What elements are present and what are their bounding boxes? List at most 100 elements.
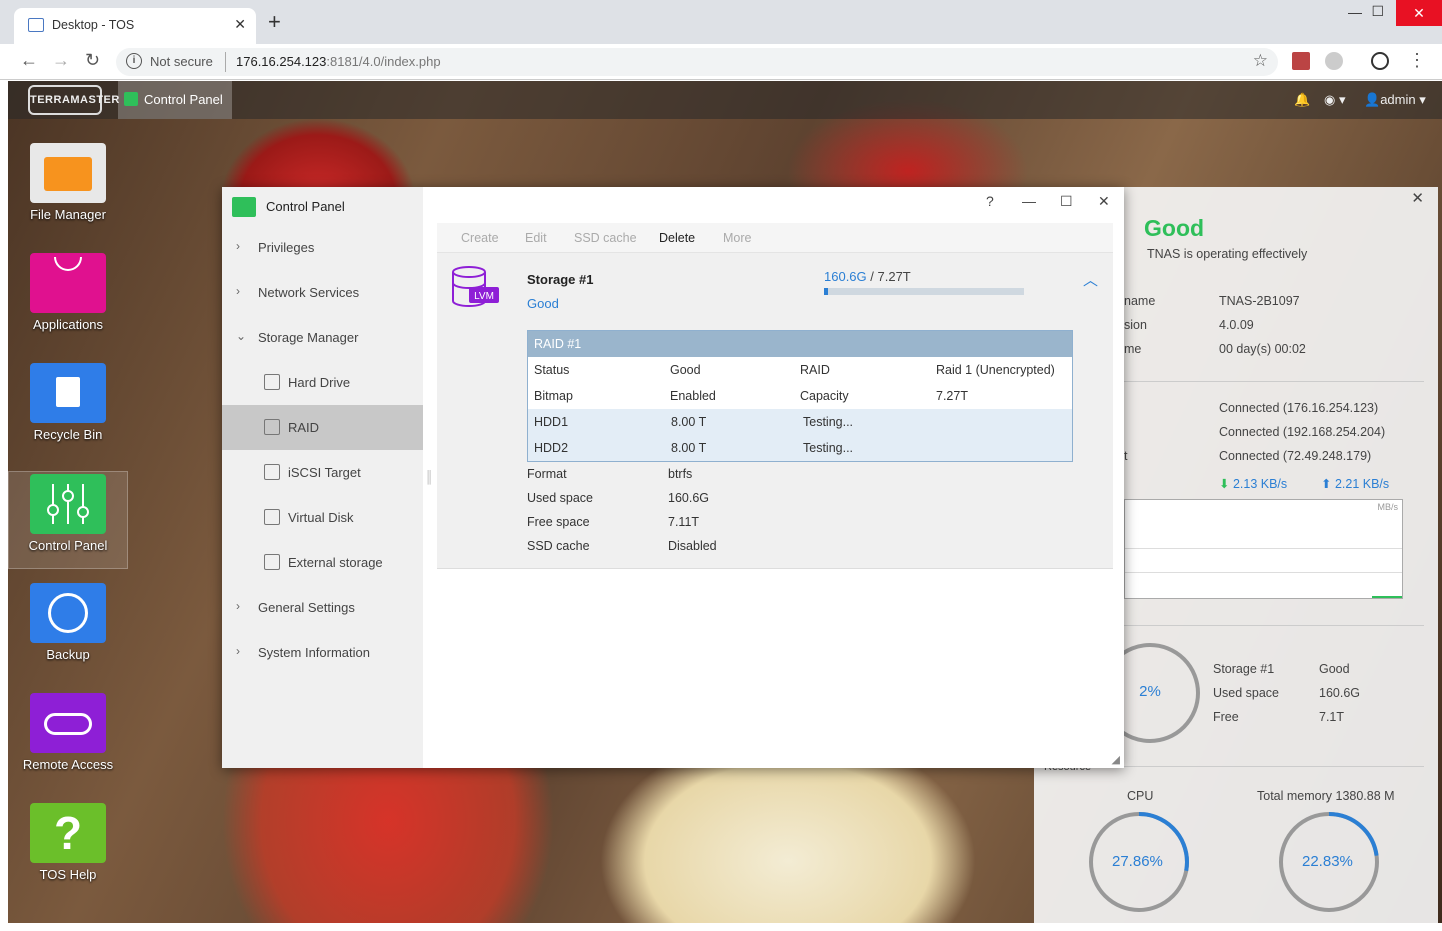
forward-icon[interactable]: → xyxy=(52,50,70,71)
storage-row-label: Used space xyxy=(1213,686,1280,700)
raid-cell: Enabled xyxy=(670,389,716,403)
user-menu[interactable]: 👤admin ▾ xyxy=(1364,92,1426,108)
resize-grip-icon[interactable]: ◢ xyxy=(1112,753,1120,766)
detail-label: Used space xyxy=(527,491,594,505)
storage-usage-bar xyxy=(824,288,1024,295)
help-button[interactable]: ? xyxy=(986,193,994,209)
browser-tab[interactable]: Desktop - TOS ✕ xyxy=(14,8,256,44)
detail-value: btrfs xyxy=(668,467,693,481)
sidebar-item-external-storage[interactable]: External storage xyxy=(222,540,423,585)
taskbar-control-panel[interactable]: Control Panel xyxy=(118,81,232,119)
create-button[interactable]: Create xyxy=(461,231,499,245)
storage-row-value: 160.6G xyxy=(1319,686,1361,700)
raid-cell: Capacity xyxy=(800,389,849,403)
chevron-down-icon: ⌄ xyxy=(236,329,247,343)
storage-toolbar: Create Edit SSD cache Delete More xyxy=(437,223,1113,253)
desktop-icon-file-manager[interactable]: File Manager xyxy=(8,143,128,222)
ssd-cache-button[interactable]: SSD cache xyxy=(574,231,637,245)
sidebar-item-virtual-disk[interactable]: Virtual Disk xyxy=(222,495,423,540)
raid-table: RAID #1 Status Good RAID Raid 1 (Unencry… xyxy=(527,330,1073,462)
storage-usage-fill xyxy=(824,288,829,295)
raid-cell: Testing... xyxy=(803,415,854,429)
desktop-icon-label: Applications xyxy=(32,317,104,332)
desktop-icon-label: Control Panel xyxy=(28,538,108,553)
control-panel-icon xyxy=(232,197,256,217)
tab-close-icon[interactable]: ✕ xyxy=(234,16,246,33)
profile-icon[interactable] xyxy=(1371,52,1389,70)
browser-menu-icon[interactable]: ⋮ xyxy=(1408,50,1426,71)
desktop-icon-control-panel[interactable]: Control Panel xyxy=(8,471,128,569)
raid-row: HDD2 8.00 T Testing... xyxy=(528,435,1072,461)
raid-row: Status Good RAID Raid 1 (Unencrypted) xyxy=(528,357,1072,383)
desktop-icon-label: Recycle Bin xyxy=(33,427,103,442)
sidebar-item-general-settings[interactable]: › General Settings xyxy=(222,585,423,630)
delete-button[interactable]: Delete xyxy=(659,231,695,245)
omnibox[interactable]: i Not secure 176.16.254.123:8181/4.0/ind… xyxy=(116,48,1278,76)
detail-row: Free space 7.11T xyxy=(527,515,699,529)
desktop-icon-recycle-bin[interactable]: Recycle Bin xyxy=(8,363,128,442)
raid-cell: 8.00 T xyxy=(671,415,707,429)
raid-cell: HDD1 xyxy=(534,415,569,429)
sidebar-item-hard-drive[interactable]: Hard Drive xyxy=(222,360,423,405)
bookmark-star-icon[interactable]: ☆ xyxy=(1253,51,1268,71)
sidebar-item-iscsi-target[interactable]: iSCSI Target xyxy=(222,450,423,495)
health-status: Good xyxy=(1144,215,1205,241)
desktop-icon-remote-access[interactable]: Remote Access xyxy=(8,693,128,772)
pdf-extension-icon[interactable] xyxy=(1292,52,1310,70)
widget-close-icon[interactable]: ✕ xyxy=(1411,189,1424,207)
lvm-badge: LVM xyxy=(474,291,494,302)
raid-cell: 8.00 T xyxy=(671,441,707,455)
maximize-icon[interactable]: ☐ xyxy=(1060,193,1073,210)
network-status-2: Connected (192.168.254.204) xyxy=(1219,425,1386,439)
collapse-chevron-icon[interactable]: ︿ xyxy=(1083,269,1098,290)
reload-icon[interactable]: ↻ xyxy=(85,50,100,71)
sidebar-item-label: Privileges xyxy=(258,240,315,255)
taskbar-app-label: Control Panel xyxy=(144,92,223,107)
storage-card[interactable]: LVM Storage #1 Good 160.6G / 7.27T ︿ RAI… xyxy=(437,253,1113,569)
maximize-icon[interactable]: ☐ xyxy=(1371,3,1384,20)
back-icon[interactable]: ← xyxy=(20,50,38,71)
sidebar-item-raid[interactable]: RAID xyxy=(222,405,423,450)
sidebar-item-storage-manager[interactable]: ⌄ Storage Manager xyxy=(222,315,423,360)
storage-row-value: 7.1T xyxy=(1319,710,1345,724)
splitter-handle[interactable]: ║ xyxy=(425,470,434,484)
storage-usage: 160.6G / 7.27T xyxy=(824,269,911,284)
memory-percent: 22.83% xyxy=(1302,853,1353,870)
url-text[interactable]: 176.16.254.123:8181/4.0/index.php xyxy=(236,54,441,69)
chevron-right-icon: › xyxy=(236,644,240,658)
desktop-icon-backup[interactable]: Backup xyxy=(8,583,128,662)
sidebar-item-system-information[interactable]: › System Information xyxy=(222,630,423,675)
upload-value: 2.21 KB/s xyxy=(1334,477,1390,491)
omnibox-divider xyxy=(225,52,226,72)
sidebar-item-label: iSCSI Target xyxy=(288,465,361,480)
desktop-icon-applications[interactable]: Applications xyxy=(8,253,128,332)
more-button[interactable]: More xyxy=(723,231,751,245)
extension-icon[interactable] xyxy=(1325,52,1343,70)
minimize-icon[interactable]: — xyxy=(1348,4,1362,20)
cloud-icon xyxy=(30,693,106,753)
divider xyxy=(1124,381,1424,382)
storage-row-label: Storage #1 xyxy=(1213,662,1275,676)
desktop-icon-tos-help[interactable]: ? TOS Help xyxy=(8,803,128,882)
new-tab-button[interactable]: + xyxy=(268,11,281,33)
sidebar-item-privileges[interactable]: › Privileges xyxy=(222,225,423,270)
desktop-icon-label: Backup xyxy=(46,647,90,662)
detail-label: Free space xyxy=(527,515,590,529)
raid-cell: HDD2 xyxy=(534,441,569,455)
storage-total: / 7.27T xyxy=(870,269,911,284)
edit-button[interactable]: Edit xyxy=(525,231,547,245)
sidebar-item-label: External storage xyxy=(288,555,383,570)
security-label: Not secure xyxy=(150,54,213,69)
window-close-button[interactable]: ✕ xyxy=(1396,0,1442,26)
sidebar-item-network-services[interactable]: › Network Services xyxy=(222,270,423,315)
bell-icon[interactable]: 🔔 xyxy=(1294,92,1310,108)
detail-label: SSD cache xyxy=(527,539,590,553)
globe-icon[interactable]: ◉ ▾ xyxy=(1324,92,1345,108)
info-icon[interactable]: i xyxy=(126,53,142,69)
network-status-3: Connected (72.49.248.179) xyxy=(1219,449,1372,463)
close-icon[interactable]: ✕ xyxy=(1098,193,1110,210)
window-title-label: Control Panel xyxy=(266,199,345,214)
cpu-label: CPU xyxy=(1127,789,1154,803)
minimize-icon[interactable]: — xyxy=(1022,193,1036,209)
raid-cell: Status xyxy=(534,363,570,377)
